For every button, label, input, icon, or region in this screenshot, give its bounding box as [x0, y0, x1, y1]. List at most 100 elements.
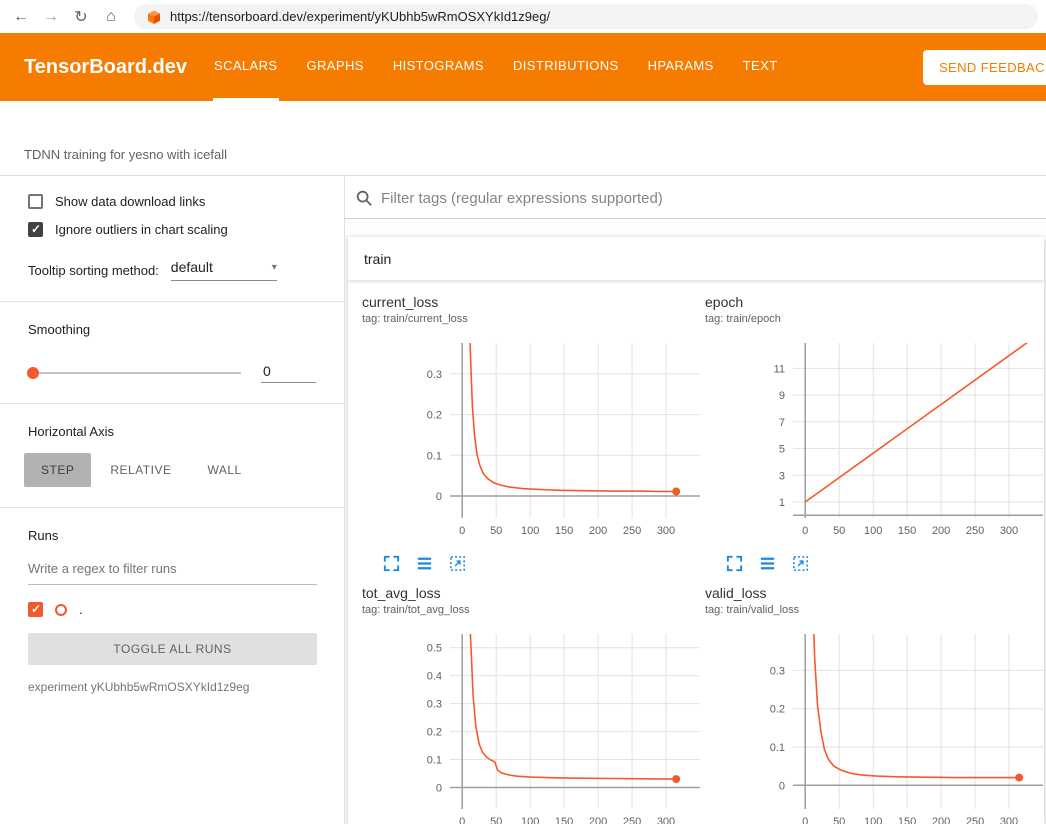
svg-text:250: 250 [623, 525, 641, 537]
toggle-all-runs-button[interactable]: TOGGLE ALL RUNS [28, 633, 317, 665]
tooltip-sorting-select[interactable]: default ▾ [171, 259, 277, 281]
back-icon[interactable]: ← [8, 4, 34, 30]
chart-title: current_loss [362, 294, 705, 310]
send-feedback-button[interactable]: SEND FEEDBACK [923, 50, 1046, 85]
svg-text:0.2: 0.2 [427, 410, 442, 422]
checkbox-unchecked-icon[interactable] [28, 194, 43, 209]
page-content: Show data download links Ignore outliers… [0, 176, 1046, 824]
svg-text:50: 50 [490, 816, 502, 824]
experiment-title: TDNN training for yesno with icefall [24, 147, 227, 162]
run-row[interactable]: . [28, 602, 316, 617]
checkbox-checked-icon[interactable] [28, 222, 43, 237]
svg-text:0.1: 0.1 [427, 755, 442, 767]
svg-text:250: 250 [966, 525, 984, 537]
tag-filter-row [345, 176, 1046, 219]
run-name: . [79, 602, 83, 617]
show-download-links-label: Show data download links [55, 194, 205, 209]
ignore-outliers-option[interactable]: Ignore outliers in chart scaling [28, 222, 316, 237]
tab-distributions[interactable]: DISTRIBUTIONS [512, 33, 620, 101]
expand-chart-icon[interactable] [725, 554, 744, 573]
chart-card: epoch tag: train/epoch 13579110501001502… [705, 294, 1044, 573]
svg-text:9: 9 [779, 390, 785, 402]
chart-tag: tag: train/valid_loss [705, 604, 1044, 616]
svg-text:300: 300 [1000, 816, 1018, 824]
tab-graphs[interactable]: GRAPHS [306, 33, 365, 101]
tab-text[interactable]: TEXT [742, 33, 779, 101]
brand-logo[interactable]: TensorBoard.dev [24, 56, 213, 79]
run-color-swatch-icon [55, 604, 67, 616]
chart-title: epoch [705, 294, 1044, 310]
runs-label: Runs [28, 528, 316, 543]
svg-text:0.3: 0.3 [427, 369, 442, 381]
svg-text:200: 200 [932, 525, 950, 537]
smoothing-slider-row: 0 [28, 363, 316, 383]
svg-text:0.1: 0.1 [427, 450, 442, 462]
svg-text:0.5: 0.5 [427, 643, 442, 655]
svg-text:150: 150 [898, 525, 916, 537]
svg-text:300: 300 [657, 816, 675, 824]
charts-grid: current_loss tag: train/current_loss 00.… [348, 280, 1044, 824]
url-text: https://tensorboard.dev/experiment/yKUbh… [170, 9, 550, 24]
axis-button-relative[interactable]: RELATIVE [93, 453, 188, 487]
slider-thumb-icon[interactable] [27, 367, 39, 379]
tag-group-card: train current_loss tag: train/current_lo… [348, 237, 1044, 824]
run-checkbox[interactable] [28, 602, 43, 617]
svg-text:200: 200 [932, 816, 950, 824]
svg-text:7: 7 [779, 417, 785, 429]
chart-tag: tag: train/epoch [705, 313, 1044, 325]
tab-histograms[interactable]: HISTOGRAMS [392, 33, 485, 101]
fit-domain-icon[interactable] [791, 554, 810, 573]
fit-domain-icon[interactable] [448, 554, 467, 573]
svg-text:100: 100 [864, 525, 882, 537]
smoothing-label: Smoothing [28, 322, 316, 337]
smoothing-slider[interactable] [28, 372, 241, 374]
tooltip-sorting-row: Tooltip sorting method: default ▾ [28, 259, 316, 281]
app-header: TensorBoard.dev SCALARS GRAPHS HISTOGRAMS D… [0, 33, 1046, 101]
main-content: train current_loss tag: train/current_lo… [345, 176, 1046, 824]
svg-text:250: 250 [623, 816, 641, 824]
header-tabs: SCALARS GRAPHS HISTOGRAMS DISTRIBUTIONS HPAR… [213, 33, 923, 101]
chart-card: tot_avg_loss tag: train/tot_avg_loss 00.… [362, 585, 705, 824]
svg-text:0.4: 0.4 [427, 671, 442, 683]
svg-text:1: 1 [779, 497, 785, 509]
chart-card: valid_loss tag: train/valid_loss 00.10.2… [705, 585, 1044, 824]
line-chart: 00.10.20.3050100150200250300 [362, 335, 700, 550]
ignore-outliers-label: Ignore outliers in chart scaling [55, 222, 228, 237]
svg-text:0: 0 [459, 525, 465, 537]
stacked-lines-icon[interactable] [415, 554, 434, 573]
line-chart: 00.10.20.3050100150200250300 [705, 626, 1043, 824]
axis-button-step[interactable]: STEP [24, 453, 91, 487]
forward-icon[interactable]: → [38, 4, 64, 30]
home-icon[interactable]: ⌂ [98, 4, 124, 30]
svg-text:11: 11 [774, 363, 785, 375]
svg-text:100: 100 [521, 525, 539, 537]
tag-group-header[interactable]: train [348, 237, 1044, 280]
show-download-links-option[interactable]: Show data download links [28, 194, 316, 209]
tooltip-sorting-label: Tooltip sorting method: [28, 263, 159, 278]
tab-hparams[interactable]: HPARAMS [647, 33, 715, 101]
tooltip-sorting-value: default [171, 259, 213, 275]
chart-title: valid_loss [705, 585, 1044, 601]
tag-filter-input[interactable] [381, 190, 1036, 207]
settings-sidebar: Show data download links Ignore outliers… [0, 176, 345, 824]
tab-scalars[interactable]: SCALARS [213, 33, 279, 101]
svg-text:200: 200 [589, 816, 607, 824]
reload-icon[interactable]: ↻ [68, 4, 94, 30]
expand-chart-icon[interactable] [382, 554, 401, 573]
svg-text:150: 150 [898, 816, 916, 824]
stacked-lines-icon[interactable] [758, 554, 777, 573]
chart-title: tot_avg_loss [362, 585, 705, 601]
svg-text:0.3: 0.3 [427, 699, 442, 711]
address-bar[interactable]: https://tensorboard.dev/experiment/yKUbh… [134, 4, 1038, 29]
horizontal-axis-label: Horizontal Axis [28, 424, 316, 439]
axis-button-wall[interactable]: WALL [190, 453, 258, 487]
runs-filter-input[interactable] [28, 557, 317, 585]
svg-text:150: 150 [555, 816, 573, 824]
svg-text:0.2: 0.2 [427, 727, 442, 739]
smoothing-value-input[interactable]: 0 [261, 363, 316, 383]
svg-text:250: 250 [966, 816, 984, 824]
svg-text:0: 0 [779, 780, 785, 792]
svg-text:0: 0 [802, 816, 808, 824]
svg-text:5: 5 [779, 444, 785, 456]
svg-text:100: 100 [864, 816, 882, 824]
